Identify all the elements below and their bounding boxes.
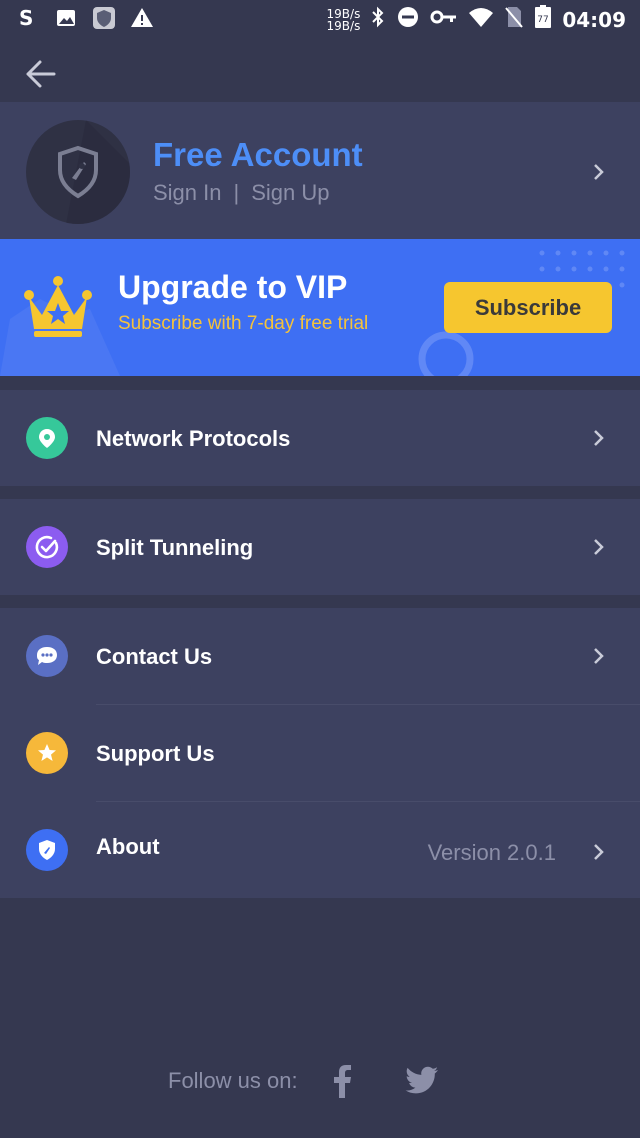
network-protocols-section: Network Protocols: [0, 390, 640, 486]
menu-item-contact-us[interactable]: Contact Us: [0, 608, 640, 704]
chevron-right-icon: [592, 646, 606, 666]
split-tunneling-section: Split Tunneling: [0, 499, 640, 595]
account-title: Free Account: [153, 136, 363, 173]
follow-us-label: Follow us on:: [168, 1068, 298, 1093]
skype-icon: S: [16, 6, 40, 30]
version-label: Version 2.0.1: [427, 840, 556, 865]
crown-icon: [24, 275, 92, 339]
account-links: Sign In | Sign Up: [153, 180, 330, 206]
menu-label: About: [96, 834, 160, 859]
about-section: Contact Us Support Us About Version 2.0.…: [0, 608, 640, 898]
vip-subtitle: Subscribe with 7-day free trial: [118, 313, 369, 334]
vpn-key-icon: [430, 5, 458, 34]
back-arrow-icon[interactable]: [22, 58, 58, 90]
no-sim-icon: [504, 5, 524, 34]
battery-icon: 77: [534, 4, 552, 35]
facebook-icon[interactable]: [328, 1064, 364, 1100]
vpn-app-icon: [92, 6, 116, 30]
chevron-right-icon: [592, 428, 606, 448]
menu-item-split-tunneling[interactable]: Split Tunneling: [0, 499, 640, 595]
vip-title: Upgrade to VIP: [118, 269, 348, 305]
image-icon: [54, 6, 78, 30]
check-circle-icon: [26, 526, 68, 568]
network-speed: 19B/s 19B/s: [326, 6, 361, 33]
status-bar: S 19B/s 19B/s 77 04:09: [0, 0, 640, 40]
twitter-icon[interactable]: [404, 1064, 440, 1100]
location-pin-icon: [26, 417, 68, 459]
menu-item-about[interactable]: About Version 2.0.1: [0, 802, 640, 898]
clock: 04:09: [562, 7, 626, 32]
chat-bubble-icon: [26, 635, 68, 677]
menu-label: Network Protocols: [96, 426, 291, 451]
subscribe-button[interactable]: Subscribe: [444, 282, 612, 333]
sign-up-link[interactable]: Sign Up: [251, 180, 329, 206]
shield-icon: [26, 829, 68, 871]
menu-label: Contact Us: [96, 644, 213, 669]
wifi-icon: [468, 5, 494, 34]
menu-label: Split Tunneling: [96, 535, 254, 560]
chevron-right-icon: [592, 537, 606, 557]
bluetooth-icon: [370, 5, 386, 34]
menu-item-network-protocols[interactable]: Network Protocols: [0, 390, 640, 486]
warning-icon: [130, 6, 154, 30]
account-card[interactable]: Free Account Sign In | Sign Up: [0, 102, 640, 239]
avatar[interactable]: [26, 120, 130, 224]
top-bar: [0, 40, 640, 102]
star-icon: [26, 732, 68, 774]
chevron-right-icon: [592, 842, 606, 862]
link-separator: |: [233, 180, 240, 205]
chevron-right-icon: [592, 162, 606, 182]
svg-text:77: 77: [538, 15, 549, 25]
vip-banner[interactable]: Upgrade to VIP Subscribe with 7-day free…: [0, 239, 640, 376]
do-not-disturb-icon: [396, 5, 420, 34]
svg-text:S: S: [19, 7, 33, 29]
sign-in-link[interactable]: Sign In: [153, 180, 222, 206]
menu-label: Support Us: [96, 741, 215, 766]
menu-item-support-us[interactable]: Support Us: [0, 705, 640, 801]
